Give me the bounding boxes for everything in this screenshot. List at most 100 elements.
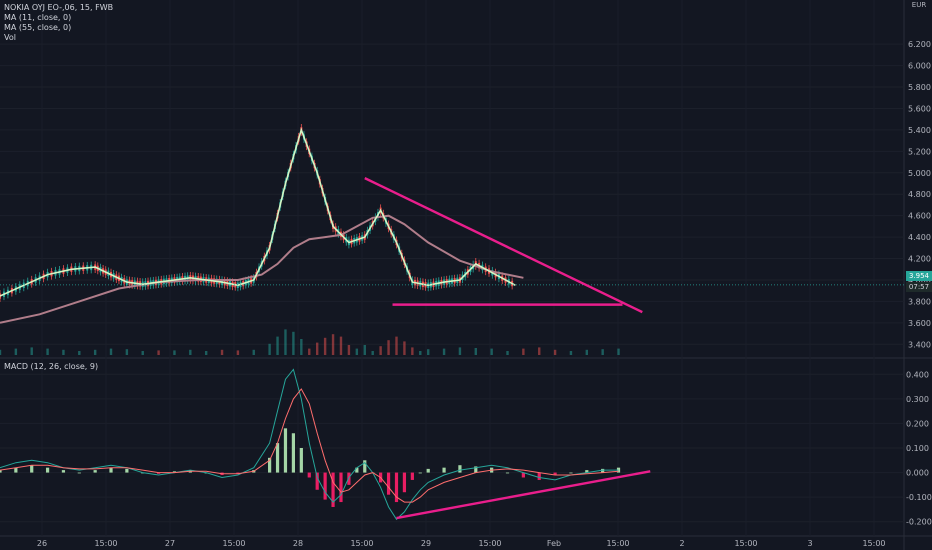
- last-price-tag: 3.954: [906, 271, 932, 281]
- volume-bar: [14, 348, 18, 355]
- volume-bar: [300, 339, 303, 355]
- volume-bar: [347, 345, 351, 355]
- volume-bar: [339, 336, 343, 355]
- macd-histogram-bar: [14, 467, 18, 473]
- macd-histogram-bar: [93, 470, 97, 473]
- signal-line: [0, 388, 619, 503]
- time-tick-label: 2: [679, 539, 684, 548]
- macd-tick-label: -0.200: [906, 518, 932, 527]
- volume-bar: [411, 347, 414, 355]
- macd-histogram-bar: [275, 443, 280, 473]
- price-tick-label: 5.200: [908, 147, 931, 156]
- macd-histogram-bar: [77, 472, 81, 474]
- volume-bar: [617, 348, 620, 355]
- macd-histogram-bar: [323, 472, 327, 500]
- price-tick-label: 3.400: [908, 340, 931, 349]
- volume-bar: [323, 337, 327, 355]
- volume-bar: [363, 345, 366, 355]
- macd-histogram-bar: [125, 468, 129, 473]
- volume-bar: [395, 336, 398, 355]
- macd-histogram-bar: [402, 472, 407, 493]
- volume-bar: [0, 349, 2, 355]
- volume-bar: [387, 340, 390, 355]
- macd-histogram-bar: [61, 470, 66, 473]
- volume-bar: [331, 334, 335, 355]
- volume-bar: [157, 350, 160, 355]
- volume-bar: [189, 349, 192, 355]
- volume-bar: [419, 351, 422, 355]
- volume-bar: [458, 347, 462, 355]
- time-tick-label: Feb: [547, 539, 561, 548]
- symbol-title[interactable]: NOKIA OYJ EO-,06, 15, FWB: [4, 3, 113, 13]
- volume-bar: [173, 350, 176, 355]
- volume-bar: [62, 349, 65, 355]
- ma11-legend[interactable]: MA (11, close, 0): [4, 13, 113, 23]
- time-tick-label: 28: [293, 539, 303, 548]
- macd-legend: MACD (12, 26, close, 9): [4, 362, 98, 372]
- time-tick-label: 15:00: [94, 539, 117, 548]
- macd-histogram-bar: [410, 472, 414, 480]
- volume-bar: [315, 342, 319, 355]
- macd-tick-label: 0.200: [906, 419, 929, 428]
- price-tick-label: 3.800: [908, 297, 931, 306]
- volume-bar: [371, 351, 374, 355]
- price-tick-label: 6.200: [908, 40, 931, 49]
- macd-histogram-bar: [30, 465, 34, 473]
- macd-histogram-bar: [458, 465, 462, 473]
- volume-bar: [109, 348, 113, 355]
- macd-histogram-bar: [299, 448, 303, 473]
- volume-bar: [379, 346, 382, 355]
- macd-title[interactable]: MACD (12, 26, close, 9): [4, 362, 98, 372]
- currency-label: EUR: [911, 1, 927, 9]
- macd-histogram-bar: [569, 472, 573, 474]
- volume-bar: [30, 347, 33, 355]
- price-tick-label: 4.400: [908, 233, 931, 242]
- volume-bar: [569, 351, 573, 355]
- time-tick-label: 15:00: [222, 539, 245, 548]
- volume-bar: [236, 350, 240, 355]
- price-tick-label: 5.800: [908, 83, 931, 92]
- macd-histogram-bar: [283, 428, 288, 473]
- volume-bar: [93, 349, 97, 355]
- volume-bar: [308, 348, 311, 355]
- price-tick-label: 5.600: [908, 104, 931, 113]
- volume-bar: [284, 329, 287, 355]
- macd-tick-label: 0.400: [906, 370, 929, 379]
- ma55-legend[interactable]: MA (55, close, 0): [4, 23, 113, 33]
- macd-histogram-bar: [339, 472, 343, 503]
- volume-bar: [268, 343, 271, 355]
- volume-bar: [292, 331, 295, 355]
- volume-bar: [78, 351, 81, 355]
- time-tick-label: 27: [165, 539, 175, 548]
- volume-bar: [506, 351, 509, 355]
- chart-canvas[interactable]: 3.4003.6003.8004.0004.2004.4004.6004.800…: [0, 0, 932, 550]
- price-tick-label: 6.000: [908, 62, 931, 71]
- volume-bar: [538, 347, 541, 355]
- volume-bar: [474, 348, 477, 355]
- volume-bar: [403, 341, 406, 355]
- price-trendline: [364, 177, 643, 314]
- volume-bar: [601, 349, 604, 355]
- volume-legend[interactable]: Vol: [4, 33, 113, 43]
- time-tick-label: 15:00: [350, 539, 373, 548]
- price-tick-label: 3.600: [908, 319, 931, 328]
- macd-tick-label: -0.100: [906, 493, 932, 502]
- volume-bar: [46, 348, 49, 355]
- bar-countdown-tag: 07:57: [906, 282, 932, 292]
- volume-bar: [522, 348, 525, 355]
- time-tick-label: 15:00: [478, 539, 501, 548]
- macd-histogram-bar: [442, 467, 446, 473]
- price-legend: NOKIA OYJ EO-,06, 15, FWB MA (11, close,…: [4, 3, 113, 43]
- macd-histogram-bar: [386, 472, 391, 495]
- price-tick-label: 5.400: [908, 126, 931, 135]
- macd-tick-label: 0.000: [906, 469, 929, 478]
- time-tick-label: 15:00: [862, 539, 885, 548]
- macd-histogram-bar: [307, 472, 311, 478]
- macd-histogram-bar: [505, 472, 510, 474]
- price-tick-label: 5.000: [908, 169, 931, 178]
- time-tick-label: 26: [37, 539, 47, 548]
- volume-bar: [220, 349, 224, 355]
- volume-bar: [553, 349, 557, 355]
- macd-histogram-bar: [291, 433, 296, 473]
- macd-histogram-bar: [418, 472, 422, 474]
